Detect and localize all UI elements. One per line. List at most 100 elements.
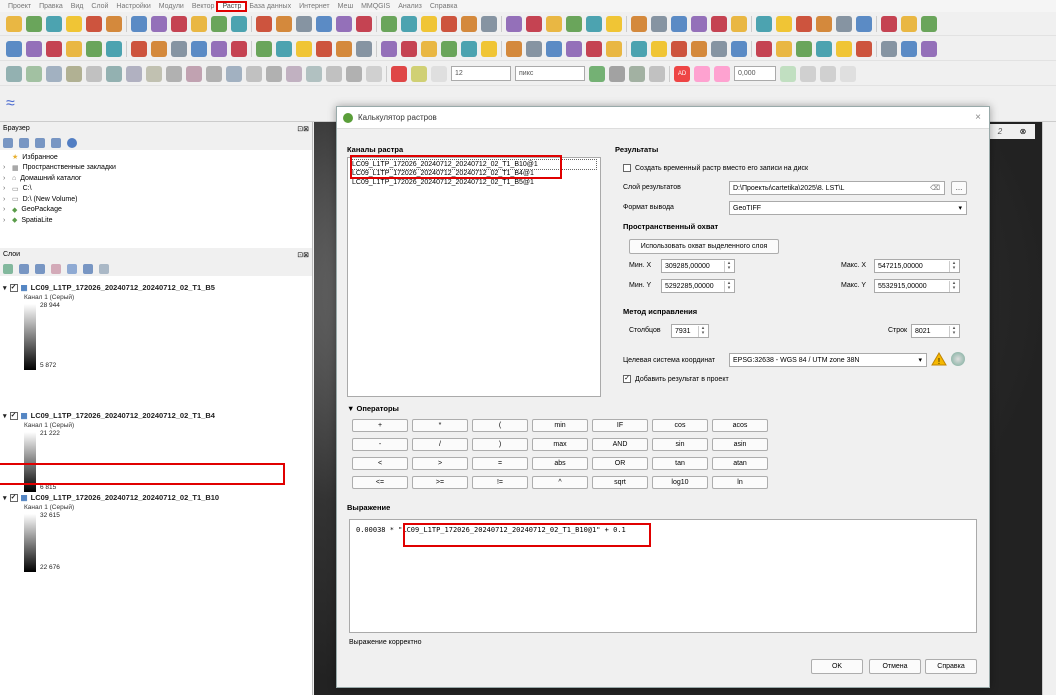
close-map-icon[interactable]: ⊗ [1020,127,1027,136]
toolbar-tool-icon[interactable] [66,15,82,32]
toolbar-tool-icon[interactable] [151,40,167,57]
toolbar-tool-icon[interactable] [526,15,542,32]
value-field[interactable]: 0,000 [734,66,776,81]
toolbar-tool-icon[interactable] [316,15,332,32]
operator-button[interactable]: >= [412,476,468,489]
menu-item[interactable]: Слой [87,3,112,10]
maxy-input[interactable]: 5532915,00000 ▴ ▾ [874,279,960,293]
operator-button[interactable]: <= [352,476,408,489]
map-tab[interactable]: 2 ⊗ [989,124,1035,139]
operator-button[interactable]: OR [592,457,648,470]
toolbar-tool-icon[interactable] [441,15,457,32]
expand-arrow-icon[interactable]: › [3,185,8,192]
toolbar-tool-icon[interactable] [356,40,372,57]
toolbar-tool-icon[interactable] [881,15,897,32]
browser-item[interactable]: › ▦ Пространственные закладки [0,163,312,174]
layer-visibility-checkbox[interactable]: ✓ [9,411,18,420]
operator-button[interactable]: ln [712,476,768,489]
toolbar-tool-icon[interactable] [441,40,457,57]
toolbar-tool-icon[interactable] [421,15,437,32]
crs-select[interactable]: EPSG:32638 - WGS 84 / UTM zone 38N ▾ [729,353,927,367]
operator-button[interactable]: acos [712,419,768,432]
layer-visibility-checkbox[interactable]: ✓ [9,493,18,502]
browse-button[interactable]: … [951,181,967,195]
miny-input[interactable]: 5292285,00000 ▴ ▾ [661,279,735,293]
toolbar-tool-icon[interactable] [731,15,747,32]
filter-icon[interactable] [35,137,45,148]
toolbar-tool-icon[interactable] [296,40,312,57]
toolbar-tool-icon[interactable] [546,40,562,57]
expand-arrow-icon[interactable]: ▾ [3,412,7,420]
menu-item[interactable]: Вектор [188,3,219,10]
toolbar-tool-icon[interactable] [26,15,42,32]
toolbar-tool-icon[interactable] [796,15,812,32]
menu-item[interactable]: Анализ [394,3,426,10]
toolbar-tool-icon[interactable] [606,15,622,32]
menu-item[interactable]: Настройки [112,3,154,10]
toolbar-tool-icon[interactable] [566,40,582,57]
toolbar-tool-icon[interactable] [231,15,247,32]
toolbar-tool-icon[interactable] [131,40,147,57]
toolbar-tool-icon[interactable] [506,15,522,32]
toolbar-tool-icon[interactable] [401,40,417,57]
menu-item[interactable]: База данных [245,3,295,10]
toolbar-tool-icon[interactable] [211,15,227,32]
toolbar-tool-icon[interactable] [106,40,122,57]
browser-item[interactable]: ★ Избранное [0,152,312,163]
toolbar-tool-icon[interactable] [191,40,207,57]
operator-button[interactable]: asin [712,438,768,451]
menu-item[interactable]: Вид [67,3,88,10]
layer-visibility-checkbox[interactable]: ✓ [9,283,18,292]
operator-button[interactable]: ) [472,438,528,451]
operator-button[interactable]: tan [652,457,708,470]
layer-row[interactable]: ▾ ✓ ▦ LC09_L1TP_172026_20240712_20240712_02… [0,410,215,421]
toolbar-tool-icon[interactable] [606,40,622,57]
add-result-checkbox[interactable]: ✓ [623,375,631,383]
toolbar-tool-icon[interactable] [506,40,522,57]
ad-button[interactable]: AD [674,65,690,82]
browser-item[interactable]: › ⌂ Домашний каталог [0,173,312,184]
menu-item[interactable]: Справка [426,3,461,10]
toolbar-tool-icon[interactable] [151,15,167,32]
operator-button[interactable]: abs [532,457,588,470]
toolbar-tool-icon[interactable] [131,15,147,32]
toolbar-tool-icon[interactable] [46,15,62,32]
plugin-icon[interactable]: ≈ [6,95,15,113]
rows-input[interactable]: 8021 ▴ ▾ [911,324,960,338]
operator-button[interactable]: AND [592,438,648,451]
toolbar-tool-icon[interactable] [356,15,372,32]
operator-button[interactable]: min [532,419,588,432]
add-selected-icon[interactable] [3,137,13,148]
toolbar-tool-icon[interactable] [171,15,187,32]
use-selected-extent-button[interactable]: Использовать охват выделенного слоя [629,239,779,254]
size-field[interactable]: 12 [451,66,511,81]
toolbar-tool-icon[interactable] [86,15,102,32]
toolbar-tool-icon[interactable] [816,15,832,32]
menu-item[interactable]: Меш [334,3,357,10]
toolbar-tool-icon[interactable] [401,15,417,32]
toolbar-tool-icon[interactable] [711,40,727,57]
operator-button[interactable]: atan [712,457,768,470]
help-button[interactable]: Справка [925,659,977,674]
operator-button[interactable]: max [532,438,588,451]
toolbar-tool-icon[interactable] [901,15,917,32]
operator-button[interactable]: = [472,457,528,470]
menu-item[interactable]: Проект [4,3,35,10]
toolbar-tool-icon[interactable] [816,40,832,57]
output-layer-input[interactable]: D:\Проекты\cartetika\2025\8. LST\L ⌫ [729,181,945,195]
toolbar-tool-icon[interactable] [756,40,772,57]
toolbar-tool-icon[interactable] [776,15,792,32]
format-select[interactable]: GeoTIFF ▾ [729,201,967,215]
toolbar-tool-icon[interactable] [631,15,647,32]
crs-selector-icon[interactable] [951,352,965,366]
toolbar-tool-icon[interactable] [836,40,852,57]
toolbar-tool-icon[interactable] [691,15,707,32]
toolbar-tool-icon[interactable] [211,40,227,57]
toolbar-tool-icon[interactable] [651,15,667,32]
toolbar-tool-icon[interactable] [921,40,937,57]
toolbar-tool-icon[interactable] [336,40,352,57]
toolbar-tool-icon[interactable] [526,40,542,57]
toolbar-tool-icon[interactable] [276,15,292,32]
toolbar-tool-icon[interactable] [46,40,62,57]
toolbar-tool-icon[interactable] [276,40,292,57]
